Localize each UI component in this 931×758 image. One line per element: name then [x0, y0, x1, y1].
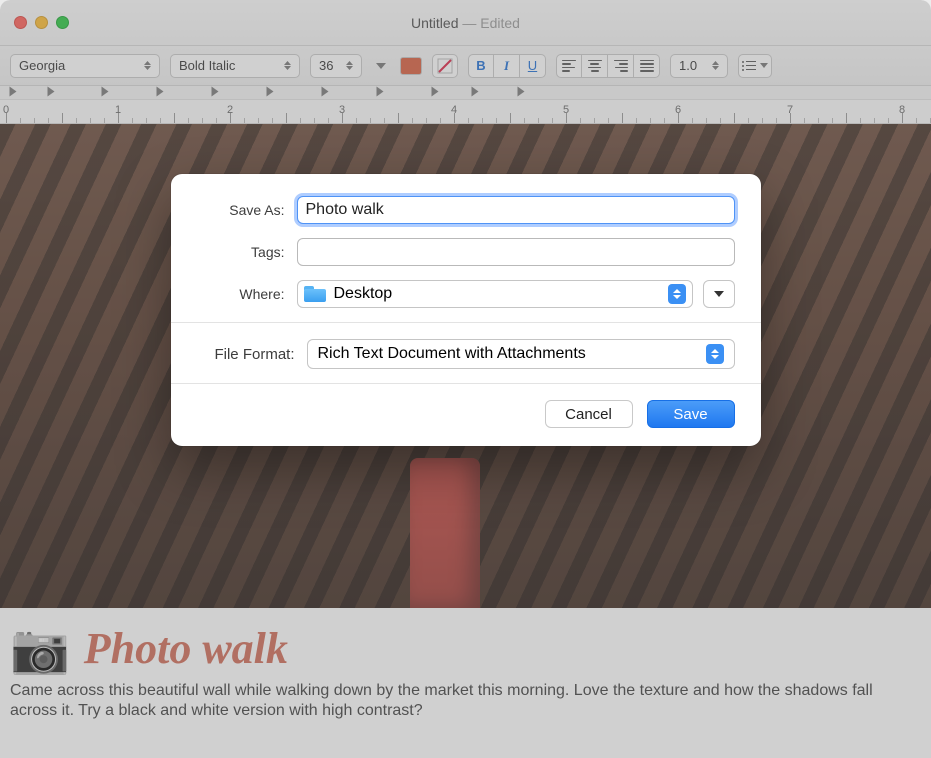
chevron-down-icon — [714, 291, 724, 297]
folder-icon — [304, 286, 326, 302]
align-justify-button[interactable] — [634, 54, 660, 78]
font-style-value: Bold Italic — [179, 58, 235, 73]
chevron-updown-icon — [340, 61, 353, 70]
bold-button[interactable]: B — [468, 54, 494, 78]
tabstop-marker[interactable] — [212, 87, 219, 97]
align-center-button[interactable] — [582, 54, 608, 78]
chevron-updown-icon — [278, 61, 291, 70]
save-dialog: Save As: Tags: Where: Desktop — [171, 174, 761, 446]
document-title: Untitled — [411, 15, 458, 31]
where-label: Where: — [197, 286, 297, 302]
chevron-down-icon — [760, 63, 768, 68]
save-button[interactable]: Save — [647, 400, 735, 428]
italic-button[interactable]: I — [494, 54, 520, 78]
cancel-button[interactable]: Cancel — [545, 400, 633, 428]
tabstop-marker[interactable] — [10, 87, 17, 97]
font-size-value: 36 — [319, 58, 333, 73]
chevron-updown-icon — [706, 61, 719, 70]
window-title: Untitled — Edited — [0, 15, 931, 31]
font-family-value: Georgia — [19, 58, 65, 73]
where-value: Desktop — [334, 285, 393, 303]
tabstop-marker[interactable] — [157, 87, 164, 97]
tabstop-marker[interactable] — [472, 87, 479, 97]
format-toolbar: Georgia Bold Italic 36 — [0, 46, 931, 86]
tabstop-marker[interactable] — [48, 87, 55, 97]
chevron-updown-icon — [668, 284, 686, 304]
text-align-group — [556, 54, 660, 78]
tabstop-marker[interactable] — [518, 87, 525, 97]
tabstop-marker[interactable] — [102, 87, 109, 97]
font-family-popup[interactable]: Georgia — [10, 54, 160, 78]
tabstop-marker[interactable] — [432, 87, 439, 97]
line-spacing-value: 1.0 — [679, 58, 697, 73]
tags-input[interactable] — [297, 238, 735, 266]
align-right-button[interactable] — [608, 54, 634, 78]
document-heading[interactable]: Photo walk — [84, 623, 288, 674]
underline-button[interactable]: U — [520, 54, 546, 78]
save-as-input[interactable] — [297, 196, 735, 224]
chevron-updown-icon — [138, 61, 151, 70]
titlebar: Untitled — Edited — [0, 0, 931, 46]
font-style-popup[interactable]: Bold Italic — [170, 54, 300, 78]
list-icon — [742, 61, 756, 71]
tags-label: Tags: — [197, 244, 297, 260]
text-style-group: B I U — [468, 54, 546, 78]
file-format-popup[interactable]: Rich Text Document with Attachments — [307, 339, 735, 369]
text-color-swatch[interactable] — [400, 57, 422, 75]
save-as-label: Save As: — [197, 202, 297, 218]
font-size-popup[interactable]: 36 — [310, 54, 362, 78]
font-size-dropdown-button[interactable] — [372, 63, 390, 69]
tabstop-marker[interactable] — [377, 87, 384, 97]
ruler[interactable]: 012345678 — [0, 100, 931, 124]
tabstop-strip[interactable] — [0, 86, 931, 100]
divider — [171, 383, 761, 384]
divider — [171, 322, 761, 323]
line-spacing-popup[interactable]: 1.0 — [670, 54, 728, 78]
edited-indicator: — Edited — [458, 15, 519, 31]
tabstop-marker[interactable] — [267, 87, 274, 97]
chevron-updown-icon — [706, 344, 724, 364]
align-left-button[interactable] — [556, 54, 582, 78]
where-location-popup[interactable]: Desktop — [297, 280, 693, 308]
file-format-label: File Format: — [197, 346, 307, 363]
list-style-button[interactable] — [738, 54, 772, 78]
camera-emoji: 📷 — [10, 620, 70, 677]
file-format-value: Rich Text Document with Attachments — [318, 345, 586, 363]
clear-color-button[interactable] — [432, 54, 458, 78]
expand-dialog-button[interactable] — [703, 280, 735, 308]
tabstop-marker[interactable] — [322, 87, 329, 97]
document-body-text[interactable]: Came across this beautiful wall while wa… — [0, 681, 931, 721]
